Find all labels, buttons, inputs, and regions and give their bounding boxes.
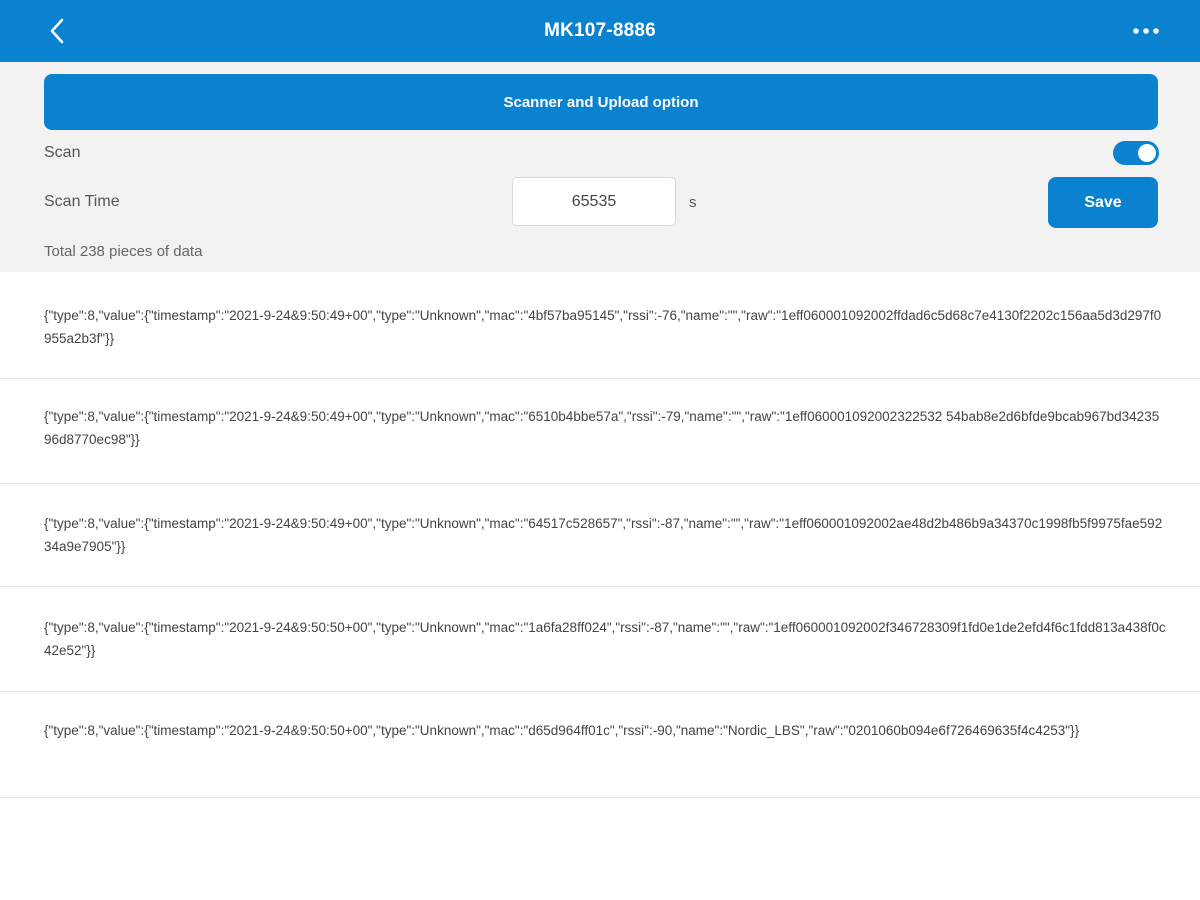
scan-label: Scan: [44, 144, 81, 161]
list-item[interactable]: {"type":8,"value":{"timestamp":"2021-9-2…: [0, 379, 1200, 484]
scan-time-label: Scan Time: [44, 193, 120, 210]
list-item[interactable]: {"type":8,"value":{"timestamp":"2021-9-2…: [0, 587, 1200, 692]
record-text: {"type":8,"value":{"timestamp":"2021-9-2…: [44, 620, 1166, 658]
toggle-knob: [1138, 144, 1156, 162]
scanner-upload-option-button[interactable]: Scanner and Upload option: [44, 74, 1158, 130]
page-title: MK107-8886: [544, 20, 656, 41]
record-text: {"type":8,"value":{"timestamp":"2021-9-2…: [44, 409, 1160, 447]
save-button[interactable]: Save: [1048, 177, 1158, 228]
app-bar: MK107-8886: [0, 0, 1200, 62]
record-text: {"type":8,"value":{"timestamp":"2021-9-2…: [44, 723, 1080, 738]
scan-time-input[interactable]: [512, 177, 676, 226]
more-horizontal-icon: [1133, 28, 1159, 34]
data-list: {"type":8,"value":{"timestamp":"2021-9-2…: [0, 272, 1200, 798]
record-text: {"type":8,"value":{"timestamp":"2021-9-2…: [44, 516, 1163, 554]
list-item[interactable]: {"type":8,"value":{"timestamp":"2021-9-2…: [0, 484, 1200, 587]
settings-panel: Scanner and Upload option Scan Scan Time…: [0, 62, 1200, 272]
scan-time-unit: s: [689, 194, 697, 211]
more-options-button[interactable]: [1126, 16, 1166, 46]
list-item[interactable]: {"type":8,"value":{"timestamp":"2021-9-2…: [0, 692, 1200, 798]
total-data-count: Total 238 pieces of data: [44, 243, 203, 260]
record-text: {"type":8,"value":{"timestamp":"2021-9-2…: [44, 308, 1162, 346]
list-item[interactable]: {"type":8,"value":{"timestamp":"2021-9-2…: [0, 272, 1200, 379]
scan-toggle[interactable]: [1113, 141, 1159, 165]
